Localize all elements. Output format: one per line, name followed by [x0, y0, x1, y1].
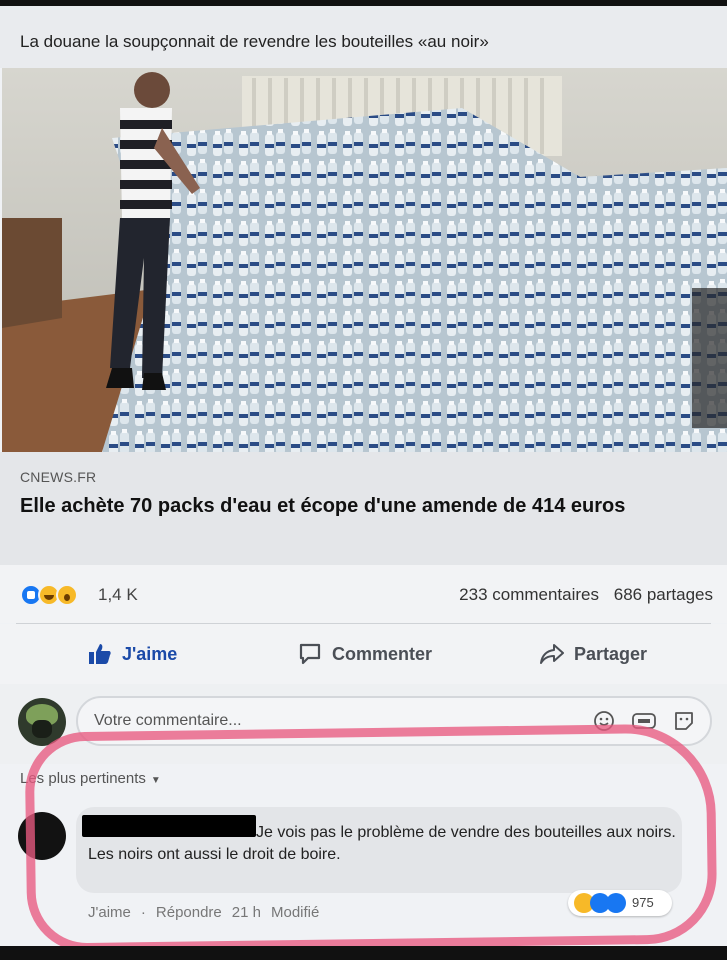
post-text: La douane la soupçonnait de revendre les…	[0, 6, 727, 68]
shares-count[interactable]: 686 partages	[614, 585, 713, 605]
comment-like-link[interactable]: J'aime	[88, 904, 131, 921]
like-label: J'aime	[122, 643, 178, 664]
sticker-icon[interactable]	[672, 709, 696, 733]
water-bottles-photo	[2, 68, 727, 452]
gif-icon[interactable]	[632, 709, 656, 733]
post-photo[interactable]	[2, 68, 727, 452]
link-title[interactable]: Elle achète 70 packs d'eau et écope d'un…	[20, 492, 680, 521]
comment-icon	[299, 643, 321, 665]
comment-actions: J'aime · Répondre 21 h Modifié	[88, 904, 329, 921]
comment-bubble: Je vois pas le problème de vendre des bo…	[76, 807, 682, 893]
emoji-icon[interactable]	[592, 709, 616, 733]
comment-button[interactable]: Commenter	[298, 641, 432, 667]
comment-time[interactable]: 21 h	[232, 904, 261, 921]
user-avatar[interactable]	[18, 698, 66, 746]
comment-reactions-count: 975	[632, 895, 654, 910]
separator: ·	[140, 904, 146, 921]
reaction-icons[interactable]	[20, 584, 94, 606]
link-preview[interactable]: CNEWS.FR Elle achète 70 packs d'eau et é…	[0, 452, 727, 565]
comment-reply-link[interactable]: Répondre	[156, 904, 222, 921]
caret-down-icon: ▼	[150, 775, 161, 786]
share-arrow-icon	[540, 644, 564, 664]
reactions-count[interactable]: 1,4 K	[98, 585, 138, 605]
like-button[interactable]: J'aime	[88, 641, 177, 667]
thumbs-up-icon	[89, 644, 111, 664]
comment-composer	[0, 684, 727, 764]
wow-reaction-icon	[56, 584, 78, 606]
comments-count[interactable]: 233 commentaires	[459, 585, 599, 605]
share-label: Partager	[574, 643, 648, 664]
commenter-avatar[interactable]	[18, 812, 66, 860]
comment-text: Je vois pas le problème de vendre des bo…	[88, 824, 676, 863]
comment-input[interactable]	[76, 696, 712, 746]
facebook-post: La douane la soupçonnait de revendre les…	[0, 6, 727, 946]
like-reaction-icon	[606, 893, 626, 913]
comment-edited: Modifié	[270, 904, 320, 921]
sort-label: Les plus pertinents	[20, 770, 146, 787]
comment-sort-dropdown[interactable]: Les plus pertinents ▼	[20, 770, 161, 787]
action-bar: J'aime Commenter Partager	[0, 624, 727, 684]
comment-reactions[interactable]: 975	[568, 890, 672, 916]
share-button[interactable]: Partager	[540, 641, 647, 667]
comment-label: Commenter	[332, 643, 433, 664]
link-domain: CNEWS.FR	[20, 469, 97, 485]
post-stats: 1,4 K 233 commentaires 686 partages	[0, 565, 727, 623]
